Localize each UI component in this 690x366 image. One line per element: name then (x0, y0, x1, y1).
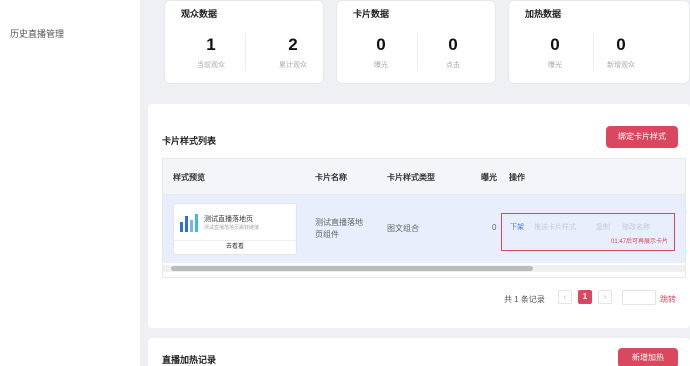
take-down-link[interactable]: 下架 (510, 222, 524, 232)
table-row: 测试直播落地页 测试直播落地页跳转链接 去看看 测试直播落地 页组件 图文组合 … (163, 195, 685, 263)
horizontal-scrollbar[interactable] (163, 265, 685, 272)
card-list-title: 卡片样式列表 (162, 136, 217, 146)
col-style-type: 卡片样式类型 (387, 173, 435, 182)
col-preview: 样式预览 (173, 173, 205, 182)
add-boost-button[interactable]: 新增加热 (618, 348, 678, 366)
card-exposure-value: 0 (492, 223, 497, 232)
col-exposure: 曝光 (481, 173, 497, 182)
stat-label: 曝光 (548, 62, 562, 69)
table-header: 样式预览 卡片名称 卡片样式类型 曝光 操作 (163, 159, 685, 195)
stat-value: 0 (550, 35, 560, 54)
stat-value: 2 (288, 35, 298, 54)
page-1-button[interactable]: 1 (578, 290, 592, 304)
stat-value: 0 (616, 35, 626, 54)
card-stats-card: 卡片数据 0 曝光 0 点击 (336, 0, 496, 84)
stat-label: 曝光 (374, 62, 388, 69)
scrollbar-thumb[interactable] (171, 266, 533, 271)
push-card-link[interactable]: 推送卡片样式 (534, 222, 576, 232)
stat-divider (417, 33, 418, 71)
boost-stats-title: 加热数据 (525, 9, 562, 19)
card-name-line2: 页组件 (315, 230, 339, 239)
preview-subtitle: 测试直播落地页跳转链接 (204, 225, 260, 231)
stat-label: 累计观众 (279, 62, 307, 69)
audience-stats-title: 观众数据 (181, 9, 218, 19)
copy-link[interactable]: 复制 (596, 222, 610, 232)
page-jump-input[interactable] (622, 290, 656, 305)
stat-value: 0 (448, 35, 458, 54)
card-style-table: 样式预览 卡片名称 卡片样式类型 曝光 操作 测试直播落地页 测试直播落地页跳转… (162, 158, 686, 278)
preview-go-button[interactable]: 去看看 (174, 240, 296, 254)
main-content: 观众数据 1 当前观众 2 累计观众 卡片数据 0 曝光 0 点击 加热数据 0… (148, 0, 690, 366)
sidebar-item-history-live[interactable]: 历史直播管理 (10, 27, 64, 40)
audience-stats-card: 观众数据 1 当前观众 2 累计观众 (164, 0, 324, 84)
card-stats-title: 卡片数据 (353, 9, 390, 19)
stat-boost-new-audience: 0 新增观众 (589, 35, 653, 70)
col-actions: 操作 (509, 173, 525, 182)
card-preview: 测试直播落地页 测试直播落地页跳转链接 去看看 (173, 203, 297, 255)
stat-value: 0 (376, 35, 386, 54)
col-card-name: 卡片名称 (315, 173, 347, 182)
stat-label: 当前观众 (197, 62, 225, 69)
jump-button[interactable]: 跳转 (660, 294, 676, 305)
stat-value: 1 (206, 35, 216, 54)
total-records: 共 1 条记录 (504, 295, 545, 304)
stat-total-audience: 2 累计观众 (261, 35, 325, 70)
sidebar: 历史直播管理 (0, 0, 140, 366)
prev-page-button[interactable]: ‹ (558, 290, 572, 304)
actions-cell: 下架 推送卡片样式 复制 修改名称 01:47后可再展示卡片 (501, 213, 675, 251)
next-page-button[interactable]: › (598, 290, 612, 304)
stat-divider (245, 33, 246, 71)
stat-current-audience: 1 当前观众 (179, 35, 243, 70)
cooldown-timer: 01:47后可再展示卡片 (610, 239, 668, 245)
preview-title: 测试直播落地页 (204, 216, 253, 223)
rename-link[interactable]: 修改名称 (622, 222, 650, 232)
boost-records-title: 直播加热记录 (162, 355, 217, 365)
stat-boost-exposure: 0 曝光 (523, 35, 587, 70)
card-name-line1: 测试直播落地 (315, 218, 363, 227)
card-style-panel: 卡片样式列表 绑定卡片样式 样式预览 卡片名称 卡片样式类型 曝光 操作 测试直… (148, 104, 690, 328)
stat-card-exposure: 0 曝光 (349, 35, 413, 70)
bar-chart-icon (180, 214, 200, 232)
stat-label: 新增观众 (607, 62, 635, 69)
bind-card-style-button[interactable]: 绑定卡片样式 (606, 126, 678, 148)
stat-label: 点击 (446, 62, 460, 69)
boost-stats-card: 加热数据 0 曝光 0 新增观众 (508, 0, 690, 84)
stat-card-clicks: 0 点击 (421, 35, 485, 70)
card-style-type: 图文组合 (387, 224, 419, 233)
boost-records-panel: 直播加热记录 新增加热 (148, 338, 690, 366)
